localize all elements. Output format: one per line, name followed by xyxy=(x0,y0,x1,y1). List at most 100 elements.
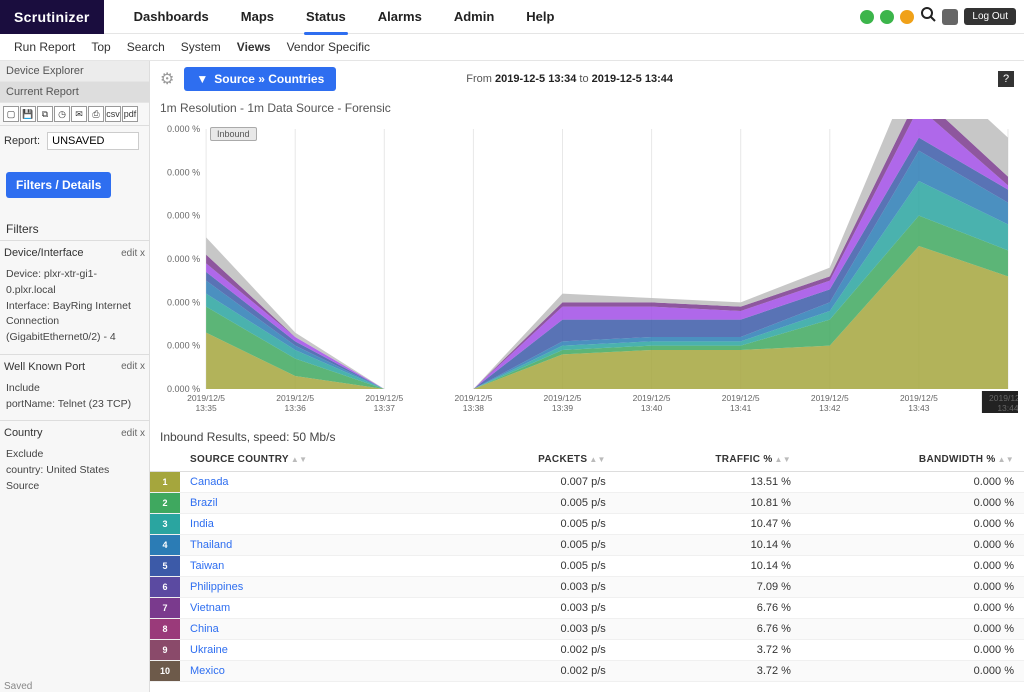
country-link[interactable]: Vietnam xyxy=(190,602,230,614)
svg-text:0.000 %: 0.000 % xyxy=(167,341,200,351)
status-indicator-ok-1[interactable] xyxy=(860,10,874,24)
table-row[interactable]: 6Philippines0.003 p/s7.09 %0.000 % xyxy=(150,577,1024,598)
logout-button[interactable]: Log Out xyxy=(964,8,1016,25)
subnav-system[interactable]: System xyxy=(181,40,221,54)
gear-icon[interactable]: ⚙ xyxy=(160,69,174,89)
filter-section-well-known-port[interactable]: Well Known Portedit x xyxy=(0,354,149,379)
toolbar-icon-copy[interactable]: ⧉ xyxy=(37,106,53,122)
toolbar-icon-schedule[interactable]: ◷ xyxy=(54,106,70,122)
nav-maps[interactable]: Maps xyxy=(239,1,276,32)
subnav-search[interactable]: Search xyxy=(127,40,165,54)
country-link[interactable]: Mexico xyxy=(190,665,225,677)
svg-text:13:39: 13:39 xyxy=(552,403,574,413)
svg-text:0.000 %: 0.000 % xyxy=(167,124,200,134)
cell-traffic: 7.09 % xyxy=(616,577,801,598)
svg-text:13:42: 13:42 xyxy=(819,403,841,413)
nav-help[interactable]: Help xyxy=(524,1,556,32)
table-row[interactable]: 3India0.005 p/s10.47 %0.000 % xyxy=(150,514,1024,535)
toolbar-icon-csv[interactable]: csv xyxy=(105,106,121,122)
filter-edit-close[interactable]: edit x xyxy=(121,361,145,372)
svg-text:2019/12/5: 2019/12/5 xyxy=(187,393,225,403)
nav-alarms[interactable]: Alarms xyxy=(376,1,424,32)
nav-admin[interactable]: Admin xyxy=(452,1,496,32)
report-label: Report: xyxy=(4,135,40,147)
country-link[interactable]: Philippines xyxy=(190,581,243,593)
report-name-input[interactable] xyxy=(47,132,139,150)
country-link[interactable]: China xyxy=(190,623,219,635)
col-source-country[interactable]: SOURCE COUNTRY▲▼ xyxy=(180,448,446,472)
filter-section-body: Excludecountry: United StatesSource xyxy=(0,445,149,502)
filters-details-button[interactable]: Filters / Details xyxy=(6,172,111,198)
col-packets[interactable]: PACKETS▲▼ xyxy=(446,448,616,472)
country-link[interactable]: Brazil xyxy=(190,497,218,509)
filter-section-body: IncludeportName: Telnet (23 TCP) xyxy=(0,379,149,421)
status-indicator-ok-2[interactable] xyxy=(880,10,894,24)
filter-section-country[interactable]: Countryedit x xyxy=(0,420,149,445)
svg-text:13:44: 13:44 xyxy=(997,403,1018,413)
subnav-top[interactable]: Top xyxy=(91,40,110,54)
table-row[interactable]: 7Vietnam0.003 p/s6.76 %0.000 % xyxy=(150,598,1024,619)
svg-text:13:36: 13:36 xyxy=(285,403,307,413)
table-row[interactable]: 2Brazil0.005 p/s10.81 %0.000 % xyxy=(150,493,1024,514)
status-indicator-warn[interactable] xyxy=(900,10,914,24)
table-row[interactable]: 1Canada0.007 p/s13.51 %0.000 % xyxy=(150,472,1024,493)
table-row[interactable]: 5Taiwan0.005 p/s10.14 %0.000 % xyxy=(150,556,1024,577)
cell-bandwidth: 0.000 % xyxy=(801,640,1024,661)
cell-traffic: 10.81 % xyxy=(616,493,801,514)
nav-dashboards[interactable]: Dashboards xyxy=(132,1,211,32)
svg-text:13:37: 13:37 xyxy=(374,403,396,413)
cell-bandwidth: 0.000 % xyxy=(801,556,1024,577)
filter-section-title: Device/Interface xyxy=(4,247,83,259)
country-link[interactable]: Canada xyxy=(190,476,229,488)
col-bandwidth-[interactable]: BANDWIDTH %▲▼ xyxy=(801,448,1024,472)
subnav-vendor-specific[interactable]: Vendor Specific xyxy=(287,40,370,54)
svg-text:0.000 %: 0.000 % xyxy=(167,297,200,307)
toolbar-icon-email[interactable]: ✉ xyxy=(71,106,87,122)
subnav-run-report[interactable]: Run Report xyxy=(14,40,75,54)
help-icon[interactable]: ? xyxy=(998,71,1014,87)
search-icon[interactable] xyxy=(920,6,936,27)
table-row[interactable]: 10Mexico0.002 p/s3.72 %0.000 % xyxy=(150,661,1024,682)
filter-edit-close[interactable]: edit x xyxy=(121,248,145,259)
country-link[interactable]: Taiwan xyxy=(190,560,224,572)
cell-packets: 0.003 p/s xyxy=(446,598,616,619)
svg-text:13:41: 13:41 xyxy=(730,403,752,413)
results-table: SOURCE COUNTRY▲▼PACKETS▲▼TRAFFIC %▲▼BAND… xyxy=(150,448,1024,682)
nav-status[interactable]: Status xyxy=(304,1,348,32)
cell-traffic: 3.72 % xyxy=(616,640,801,661)
toolbar-icon-new[interactable]: ▢ xyxy=(3,106,19,122)
brand-logo[interactable]: Scrutinizer xyxy=(0,0,104,34)
svg-text:2019/12/5: 2019/12/5 xyxy=(900,393,938,403)
table-row[interactable]: 4Thailand0.005 p/s10.14 %0.000 % xyxy=(150,535,1024,556)
cell-traffic: 10.47 % xyxy=(616,514,801,535)
table-row[interactable]: 8China0.003 p/s6.76 %0.000 % xyxy=(150,619,1024,640)
svg-text:13:43: 13:43 xyxy=(908,403,930,413)
cell-bandwidth: 0.000 % xyxy=(801,514,1024,535)
svg-text:0.000 %: 0.000 % xyxy=(167,167,200,177)
filter-edit-close[interactable]: edit x xyxy=(121,428,145,439)
svg-text:2019/12/5: 2019/12/5 xyxy=(633,393,671,403)
cell-bandwidth: 0.000 % xyxy=(801,661,1024,682)
inbound-tag[interactable]: Inbound xyxy=(210,127,257,141)
col-traffic-[interactable]: TRAFFIC %▲▼ xyxy=(616,448,801,472)
sidebar-tab-device-explorer[interactable]: Device Explorer xyxy=(0,61,149,82)
rank-cell: 5 xyxy=(150,556,180,577)
rank-cell: 9 xyxy=(150,640,180,661)
filter-icon: ▼ xyxy=(196,72,208,86)
table-row[interactable]: 9Ukraine0.002 p/s3.72 %0.000 % xyxy=(150,640,1024,661)
toolbar-icon-pdf[interactable]: pdf xyxy=(122,106,138,122)
toolbar-icon-save[interactable]: 💾 xyxy=(20,106,36,122)
country-link[interactable]: Thailand xyxy=(190,539,232,551)
subnav-views[interactable]: Views xyxy=(237,40,271,54)
sidebar-tab-current-report[interactable]: Current Report xyxy=(0,82,149,103)
filter-section-device-interface[interactable]: Device/Interface edit x xyxy=(0,240,149,265)
user-icon[interactable] xyxy=(942,9,958,25)
chart-area[interactable]: Inbound 0.000 %0.000 %0.000 %0.000 %0.00… xyxy=(156,119,1018,424)
cell-packets: 0.005 p/s xyxy=(446,556,616,577)
svg-text:13:35: 13:35 xyxy=(195,403,217,413)
toolbar-icon-print[interactable]: ⎙ xyxy=(88,106,104,122)
source-countries-button[interactable]: ▼ Source » Countries xyxy=(184,67,336,91)
country-link[interactable]: Ukraine xyxy=(190,644,228,656)
country-link[interactable]: India xyxy=(190,518,214,530)
cell-traffic: 13.51 % xyxy=(616,472,801,493)
